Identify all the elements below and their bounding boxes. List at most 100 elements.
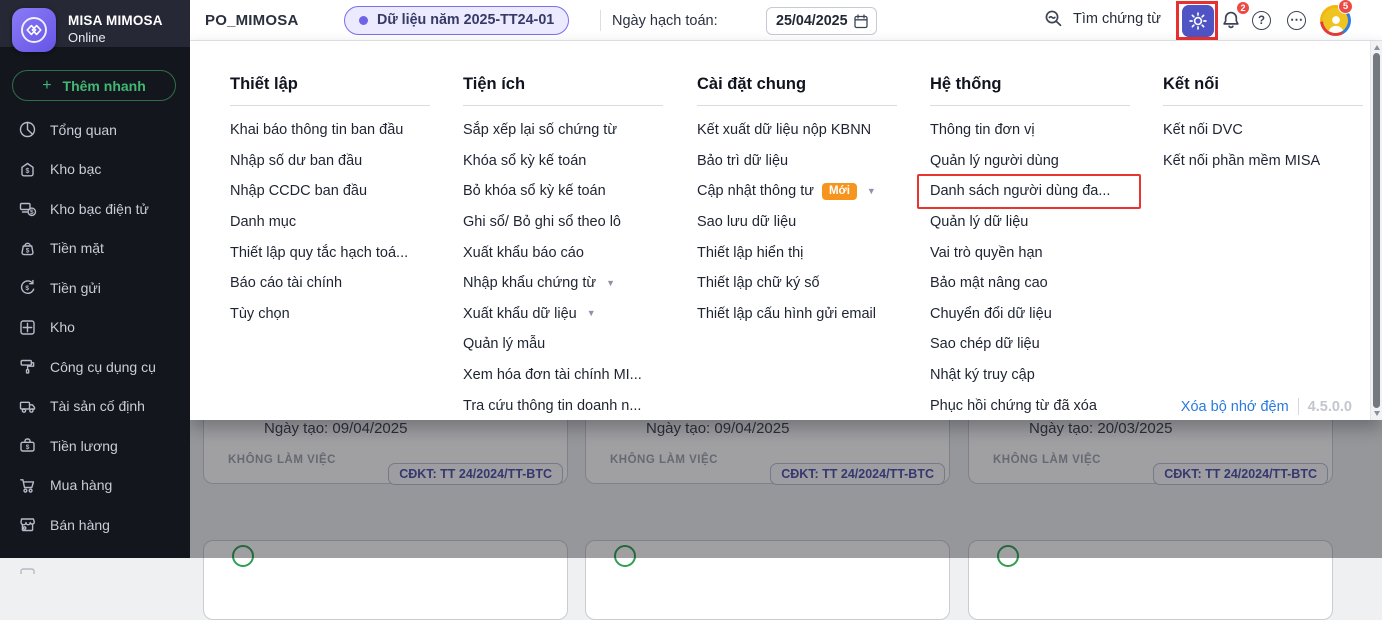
menu-item-label: Tra cứu thông tin doanh n... — [463, 397, 642, 414]
search-documents[interactable]: Tìm chứng từ — [1044, 9, 1161, 28]
menu-item[interactable]: Thiết lập hiển thị — [697, 237, 897, 268]
menu-item-label: Danh sách người dùng đa... — [930, 183, 1111, 200]
menu-column-title: Thiết lập — [230, 75, 298, 93]
menu-item[interactable]: Danh mục — [230, 207, 430, 238]
scroll-down-arrow-icon[interactable] — [1373, 411, 1380, 416]
sidebar-item-tien-luong[interactable]: $ Tiền lương — [0, 426, 190, 466]
sidebar-item-label: Kho — [50, 319, 75, 336]
menu-item-label: Ghi sổ/ Bỏ ghi sổ theo lô — [463, 214, 621, 231]
sidebar-item-cong-cu-dung-cu[interactable]: Công cụ dụng cụ — [0, 347, 190, 387]
menu-item[interactable]: Tra cứu thông tin doanh n... — [463, 390, 663, 421]
chevron-down-icon — [606, 279, 615, 288]
scroll-up-arrow-icon[interactable] — [1373, 45, 1380, 50]
menu-item[interactable]: Quản lý dữ liệu — [930, 207, 1130, 238]
menu-item[interactable]: Xuất khẩu dữ liệu — [463, 299, 663, 330]
menu-item[interactable]: Sắp xếp lại số chứng từ — [463, 115, 663, 146]
menu-item[interactable]: Bảo trì dữ liệu — [697, 146, 897, 177]
sidebar: MISA MIMOSA Online Thêm nhanh Tổng quan … — [0, 0, 190, 574]
scrollbar[interactable] — [1370, 41, 1382, 420]
menu-item-label: Quản lý người dùng — [930, 152, 1059, 169]
menu-item[interactable]: Kết xuất dữ liệu nộp KBNN — [697, 115, 897, 146]
notifications-button[interactable] — [1221, 10, 1241, 35]
menu-item-label: Kết nối phần mềm MISA — [1163, 152, 1321, 169]
topbar-divider — [600, 10, 601, 31]
menu-item-label: Quản lý dữ liệu — [930, 214, 1029, 231]
menu-item[interactable]: Nhập CCDC ban đầu — [230, 176, 430, 207]
menu-item[interactable]: Thông tin đơn vị — [930, 115, 1130, 146]
menu-item[interactable]: Bảo mật nâng cao — [930, 268, 1130, 299]
menu-item[interactable]: Phục hồi chứng từ đã xóa — [930, 390, 1130, 421]
sidebar-item-tien-mat[interactable]: $ Tiền mặt — [0, 229, 190, 269]
menu-column-cai-dat-chung: Cài đặt chung Kết xuất dữ liệu nộp KBNN … — [697, 75, 897, 329]
sidebar-item-label: Mua hàng — [50, 477, 113, 494]
menu-item[interactable]: Cập nhật thông tư Mới — [697, 176, 897, 207]
sidebar-item-tien-gui[interactable]: $ Tiền gửi — [0, 268, 190, 308]
menu-item[interactable]: Kết nối DVC — [1163, 115, 1363, 146]
salary-briefcase-icon: $ — [18, 436, 37, 455]
topbar: PO_MIMOSA Dữ liệu năm 2025-TT24-01 Ngày … — [190, 0, 1382, 41]
sidebar-item-partial[interactable] — [0, 545, 190, 585]
divider — [463, 105, 663, 106]
sidebar-item-mua-hang[interactable]: Mua hàng — [0, 466, 190, 506]
help-button[interactable] — [1252, 11, 1271, 30]
clear-cache-link[interactable]: Xóa bộ nhớ đệm — [1181, 399, 1289, 415]
menu-column-tien-ich: Tiện ích Sắp xếp lại số chứng từ Khóa sổ… — [463, 75, 663, 421]
menu-column-title: Cài đặt chung — [697, 75, 807, 93]
menu-item[interactable]: Tùy chọn — [230, 299, 430, 330]
more-options-button[interactable] — [1287, 11, 1306, 30]
menu-item[interactable]: Quản lý người dùng — [930, 146, 1130, 177]
menu-item[interactable]: Ghi sổ/ Bỏ ghi sổ theo lô — [463, 207, 663, 238]
sidebar-item-kho-bac[interactable]: $ Kho bạc — [0, 150, 190, 190]
menu-item-label: Khóa sổ kỳ kế toán — [463, 152, 587, 169]
sidebar-item-label: Công cụ dụng cụ — [50, 358, 156, 375]
menu-item[interactable]: Khai báo thông tin ban đầu — [230, 115, 430, 146]
settings-gear-button[interactable] — [1182, 4, 1214, 37]
menu-item-label: Danh mục — [230, 214, 297, 231]
menu-item[interactable]: Bỏ khóa sổ kỳ kế toán — [463, 176, 663, 207]
sidebar-item-label: Kho bạc — [50, 161, 102, 178]
asset-truck-icon — [18, 397, 37, 416]
menu-item-label: Sao lưu dữ liệu — [697, 214, 797, 231]
sales-store-icon — [18, 515, 37, 534]
menu-item[interactable]: Thiết lập cấu hình gửi email — [697, 299, 897, 330]
menu-item[interactable]: Báo cáo tài chính — [230, 268, 430, 299]
menu-item[interactable]: Thiết lập chữ ký số — [697, 268, 897, 299]
menu-item[interactable]: Nhập số dư ban đầu — [230, 146, 430, 177]
menu-item[interactable]: Khóa sổ kỳ kế toán — [463, 146, 663, 177]
calendar-icon[interactable] — [853, 13, 869, 29]
menu-item[interactable]: Quản lý mẫu — [463, 329, 663, 360]
menu-column-title: Kết nối — [1163, 75, 1219, 93]
cash-purse-icon: $ — [18, 239, 37, 258]
dataset-pill[interactable]: Dữ liệu năm 2025-TT24-01 — [344, 5, 570, 35]
menu-item-label: Vai trò quyền hạn — [930, 244, 1043, 261]
menu-item[interactable]: Chuyển đổi dữ liệu — [930, 299, 1130, 330]
menu-item-label: Sắp xếp lại số chứng từ — [463, 122, 618, 139]
menu-item-label: Xuất khẩu dữ liệu — [463, 305, 577, 322]
menu-item-label: Tùy chọn — [230, 305, 290, 322]
sidebar-item-tong-quan[interactable]: Tổng quan — [0, 110, 190, 150]
menu-item[interactable]: Nhật ký truy cập — [930, 360, 1130, 391]
menu-footer: Xóa bộ nhớ đệm 4.5.0.0 — [1181, 398, 1352, 415]
menu-item[interactable]: Kết nối phần mềm MISA — [1163, 146, 1363, 177]
menu-item[interactable]: Thiết lập quy tắc hạch toá... — [230, 237, 430, 268]
sidebar-item-kho[interactable]: Kho — [0, 308, 190, 348]
plus-icon — [42, 78, 51, 94]
scrollbar-thumb[interactable] — [1373, 53, 1380, 408]
menu-column-he-thong: Hệ thống Thông tin đơn vị Quản lý người … — [917, 75, 1141, 421]
menu-item-label: Nhật ký truy cập — [930, 367, 1035, 384]
menu-item[interactable]: Nhập khẩu chứng từ — [463, 268, 663, 299]
menu-item[interactable]: Sao chép dữ liệu — [930, 329, 1130, 360]
sidebar-item-tai-san-co-dinh[interactable]: Tài sản cố định — [0, 387, 190, 427]
menu-item[interactable]: Vai trò quyền hạn — [930, 237, 1130, 268]
posting-date-input[interactable]: 25/04/2025 — [766, 7, 877, 35]
sidebar-item-ban-hang[interactable]: Bán hàng — [0, 505, 190, 545]
sidebar-item-kho-bac-dien-tu[interactable]: $ Kho bạc điện tử — [0, 189, 190, 229]
quick-add-button[interactable]: Thêm nhanh — [12, 70, 176, 101]
menu-column-ket-noi: Kết nối Kết nối DVC Kết nối phần mềm MIS… — [1163, 75, 1363, 176]
menu-item[interactable]: Sao lưu dữ liệu — [697, 207, 897, 238]
menu-item-label: Báo cáo tài chính — [230, 275, 343, 292]
menu-item[interactable]: Xem hóa đơn tài chính MI... — [463, 360, 663, 391]
app-subtitle: Online — [68, 30, 106, 45]
menu-item-highlighted[interactable]: Danh sách người dùng đa... — [917, 174, 1141, 209]
menu-item[interactable]: Xuất khẩu báo cáo — [463, 237, 663, 268]
